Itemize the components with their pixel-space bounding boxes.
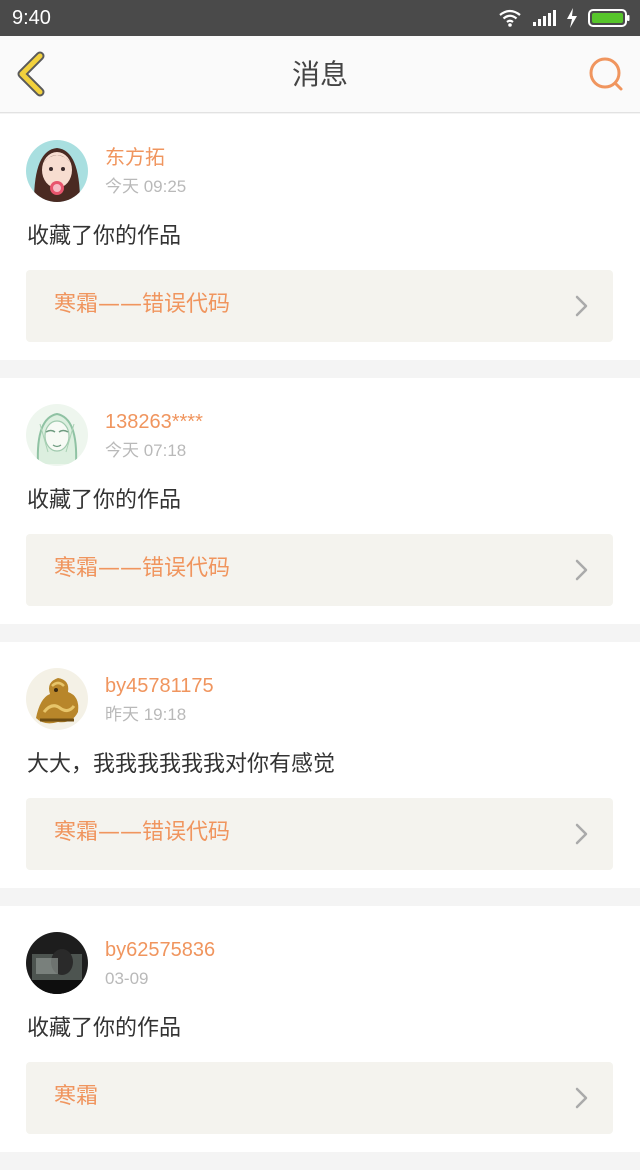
work-title: 寒霜 bbox=[54, 1084, 99, 1109]
timestamp: 昨天 19:18 bbox=[105, 705, 187, 724]
charging-icon bbox=[567, 8, 577, 28]
avatar-sketch-girl bbox=[26, 404, 88, 466]
username[interactable]: by62575836 bbox=[105, 938, 215, 962]
work-link[interactable]: 寒霜 bbox=[26, 1062, 613, 1134]
wifi-icon bbox=[499, 9, 521, 27]
work-title: 寒霜——错误代码 bbox=[54, 292, 231, 317]
avatar[interactable] bbox=[26, 932, 88, 994]
search-icon bbox=[589, 57, 623, 91]
message-card: by62575836 03-09 收藏了你的作品 寒霜 bbox=[0, 906, 640, 1152]
avatar-golden-dragon bbox=[26, 668, 88, 730]
message-text: 收藏了你的作品 bbox=[27, 224, 182, 249]
signal-icon bbox=[533, 10, 556, 26]
timestamp: 今天 09:25 bbox=[105, 177, 187, 196]
avatar[interactable] bbox=[26, 404, 88, 466]
message-text: 大大，我我我我我我对你有感觉 bbox=[27, 752, 336, 777]
work-link[interactable]: 寒霜——错误代码 bbox=[26, 534, 613, 606]
chevron-right-icon bbox=[575, 1087, 588, 1109]
work-link[interactable]: 寒霜——错误代码 bbox=[26, 798, 613, 870]
page-title: 消息 bbox=[291, 58, 348, 91]
status-time: 9:40 bbox=[12, 7, 51, 29]
message-card: by45781175 昨天 19:18 大大，我我我我我我对你有感觉 寒霜——错… bbox=[0, 642, 640, 888]
work-link[interactable]: 寒霜——错误代码 bbox=[26, 270, 613, 342]
username[interactable]: 东方拓 bbox=[105, 146, 165, 170]
status-bar: 9:40 bbox=[0, 0, 640, 36]
timestamp: 03-09 bbox=[105, 969, 149, 988]
message-text: 收藏了你的作品 bbox=[27, 1016, 182, 1041]
work-title: 寒霜——错误代码 bbox=[54, 556, 231, 581]
avatar-girl-lollipop bbox=[26, 140, 88, 202]
chevron-right-icon bbox=[575, 559, 588, 581]
message-card: 138263**** 今天 07:18 收藏了你的作品 寒霜——错误代码 bbox=[0, 378, 640, 624]
chevron-right-icon bbox=[575, 823, 588, 845]
message-card: 东方拓 今天 09:25 收藏了你的作品 寒霜——错误代码 bbox=[0, 114, 640, 360]
work-title: 寒霜——错误代码 bbox=[54, 820, 231, 845]
search-button[interactable] bbox=[586, 54, 626, 94]
message-list: 东方拓 今天 09:25 收藏了你的作品 寒霜——错误代码 138263****… bbox=[0, 114, 640, 1170]
username[interactable]: 138263**** bbox=[105, 410, 203, 434]
avatar[interactable] bbox=[26, 668, 88, 730]
timestamp: 今天 07:18 bbox=[105, 441, 187, 460]
status-icons bbox=[498, 7, 630, 29]
avatar-dark-photo bbox=[26, 932, 88, 994]
message-text: 收藏了你的作品 bbox=[27, 488, 182, 513]
top-nav-bar: 消息 bbox=[0, 36, 640, 113]
avatar[interactable] bbox=[26, 140, 88, 202]
chevron-right-icon bbox=[575, 295, 588, 317]
battery-icon bbox=[588, 9, 630, 27]
username[interactable]: by45781175 bbox=[105, 674, 214, 698]
